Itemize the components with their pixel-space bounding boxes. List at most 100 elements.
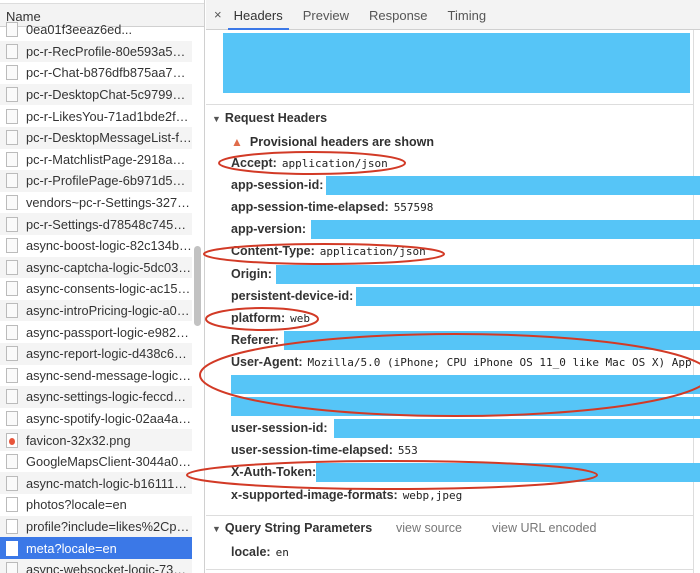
request-list-item[interactable]: GoogleMapsClient-3044a0ae...: [0, 451, 192, 473]
request-list-item[interactable]: async-consents-logic-ac15b...: [0, 278, 192, 300]
redaction-general: [223, 33, 690, 93]
request-name: pc-r-Settings-d78548c745af2...: [26, 216, 192, 232]
request-list-item[interactable]: favicon-32x32.png: [0, 429, 192, 451]
request-list-item[interactable]: pc-r-DesktopMessageList-f1...: [0, 126, 192, 149]
redaction-block: [231, 397, 700, 417]
request-list-item[interactable]: vendors~pc-r-Settings-32708...: [0, 192, 192, 214]
request-headers-section-toggle[interactable]: ▼ Request Headers: [212, 111, 327, 125]
divider: [206, 104, 694, 105]
tab-timing[interactable]: Timing: [438, 0, 497, 30]
request-header-row: platform: web: [231, 311, 310, 325]
view-url-encoded-link[interactable]: view URL encoded: [492, 521, 596, 535]
request-list-item[interactable]: async-captcha-logic-5dc035...: [0, 256, 192, 279]
request-name: async-captcha-logic-5dc035...: [26, 259, 192, 275]
request-list-item[interactable]: async-passport-logic-e98250...: [0, 321, 192, 343]
header-value: webp,jpeg: [402, 488, 463, 502]
header-key: app-version:: [231, 222, 307, 237]
header-value: 553: [397, 444, 418, 458]
request-name: async-send-message-logic-9...: [26, 367, 192, 383]
request-list-item[interactable]: pc-r-DesktopChat-5c979996...: [0, 83, 192, 106]
document-icon: [6, 195, 18, 211]
request-name: photos?locale=en: [26, 497, 127, 513]
request-name: profile?include=likes%2Cplus...: [26, 518, 192, 534]
redaction-block: [356, 286, 700, 306]
redaction-block: [326, 176, 700, 196]
document-icon: [6, 410, 18, 426]
request-header-row: Accept: application/json: [231, 156, 388, 170]
request-list-item[interactable]: async-spotify-logic-02aa4a5...: [0, 408, 192, 430]
scrollbar-thumb[interactable]: [194, 246, 201, 326]
triangle-down-icon: ▼: [212, 524, 221, 534]
request-name: favicon-32x32.png: [26, 432, 131, 448]
request-header-row: x-supported-image-formats: webp,jpeg: [231, 488, 462, 502]
request-header-row: Content-Type: application/json: [231, 244, 426, 258]
redaction-block: [334, 419, 700, 439]
redaction-block: [311, 220, 700, 240]
header-key: app-session-id:: [231, 178, 324, 193]
request-list-item[interactable]: pc-r-Chat-b876dfb875aa7b2...: [0, 62, 192, 84]
request-header-row: Origin:: [231, 267, 277, 281]
request-name: 0ea01f3eeaz6ed...: [26, 22, 133, 38]
document-icon: [6, 130, 18, 146]
document-icon: [6, 281, 18, 297]
request-list-item[interactable]: async-settings-logic-feccd67...: [0, 386, 192, 408]
tab-response[interactable]: Response: [359, 0, 438, 30]
request-list-item[interactable]: async-introPricing-logic-a0f5...: [0, 299, 192, 322]
document-icon: [6, 108, 18, 124]
details-tabbar: × Headers Preview Response Timing: [206, 0, 700, 30]
header-key: Accept:: [231, 156, 277, 170]
request-list-item[interactable]: meta?locale=en: [0, 537, 192, 559]
request-name: meta?locale=en: [26, 540, 117, 556]
blank-icon: [6, 518, 18, 534]
request-name: pc-r-LikesYou-71ad1bde2f80...: [26, 108, 192, 124]
network-request-list: Name 0ea01f3eeaz6ed... pc-r-RecProfile-80…: [0, 0, 205, 573]
request-name: async-boost-logic-82c134b5...: [26, 238, 192, 254]
request-name: pc-r-DesktopMessageList-f1...: [26, 130, 192, 146]
request-list-item[interactable]: pc-r-MatchlistPage-2918a3e...: [0, 149, 192, 171]
request-header-row: persistent-device-id:: [231, 289, 358, 303]
document-icon: [6, 173, 18, 189]
provisional-warning: ▲ Provisional headers are shown: [231, 135, 434, 149]
request-header-row: X-Auth-Token:: [231, 465, 321, 479]
header-value: application/json: [281, 157, 388, 170]
header-value: 557598: [393, 201, 434, 215]
header-key: Origin:: [231, 266, 272, 281]
request-list-item[interactable]: async-send-message-logic-9...: [0, 365, 192, 387]
request-list-item[interactable]: async-websocket-logic-7391...: [0, 558, 192, 573]
param-value: en: [275, 546, 289, 559]
request-list-item[interactable]: 0ea01f3eeaz6ed...: [0, 19, 192, 41]
request-list-item[interactable]: async-boost-logic-82c134b5...: [0, 235, 192, 257]
close-icon[interactable]: ×: [214, 7, 222, 22]
request-list-item[interactable]: pc-r-ProfilePage-6b971d53b...: [0, 170, 192, 192]
header-key: persistent-device-id:: [231, 288, 354, 303]
request-header-row: Referer:: [231, 333, 284, 347]
view-source-link[interactable]: view source: [396, 521, 462, 535]
header-key: X-Auth-Token:: [231, 465, 317, 480]
document-icon: [6, 151, 18, 167]
query-string-section-toggle[interactable]: ▼ Query String Parameters: [212, 521, 372, 535]
document-icon: [6, 475, 18, 491]
request-list-item[interactable]: profile?include=likes%2Cplus...: [0, 515, 192, 538]
tab-headers[interactable]: Headers: [224, 0, 293, 30]
header-value: application/json: [319, 245, 426, 259]
request-list-item[interactable]: pc-r-RecProfile-80e593a50b0...: [0, 40, 192, 63]
document-icon: [6, 238, 18, 254]
request-list-item[interactable]: async-match-logic-b161112b...: [0, 472, 192, 495]
header-key: user-session-id:: [231, 421, 328, 436]
header-value: web: [290, 311, 311, 325]
document-icon: [6, 87, 18, 103]
request-header-row: app-session-time-elapsed: 557598: [231, 200, 433, 214]
request-name: async-report-logic-d438c64b...: [26, 346, 192, 362]
request-name: GoogleMapsClient-3044a0ae...: [26, 454, 192, 470]
redaction-block: [276, 264, 700, 284]
request-list-item[interactable]: photos?locale=en: [0, 494, 192, 516]
request-list-item[interactable]: pc-r-Settings-d78548c745af2...: [0, 213, 192, 235]
request-list-item[interactable]: async-report-logic-d438c64b...: [0, 342, 192, 365]
request-list-item[interactable]: pc-r-LikesYou-71ad1bde2f80...: [0, 105, 192, 127]
request-name: pc-r-MatchlistPage-2918a3e...: [26, 151, 192, 167]
document-icon: [6, 454, 18, 470]
tab-preview[interactable]: Preview: [293, 0, 359, 30]
favicon-icon: [6, 432, 18, 448]
document-icon: [6, 65, 18, 81]
redaction-block: [284, 330, 700, 350]
